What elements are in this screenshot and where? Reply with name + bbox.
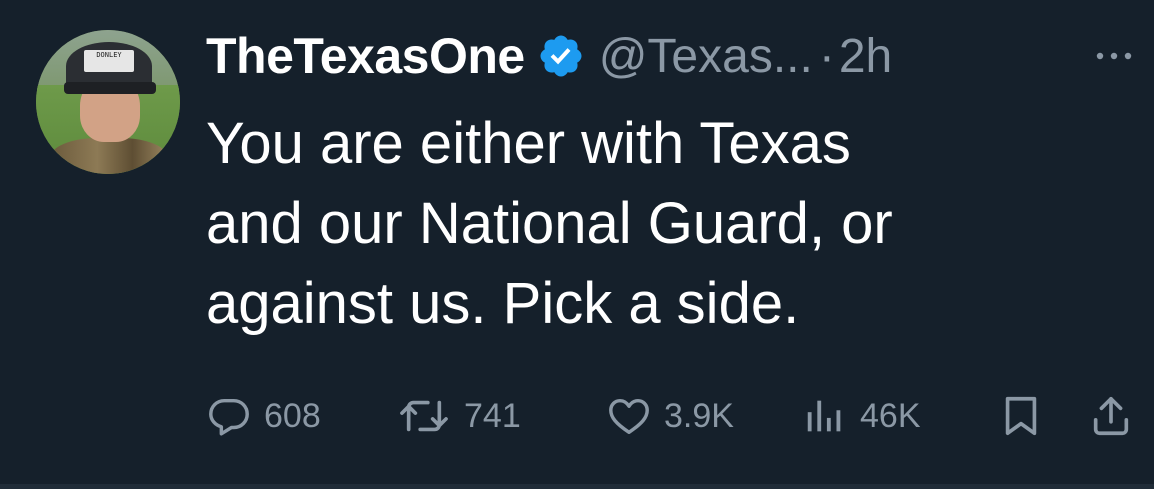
views-count: 46K xyxy=(860,396,921,435)
avatar[interactable]: DONLEY xyxy=(36,30,180,174)
like-button[interactable]: 3.9K xyxy=(606,388,734,444)
like-count: 3.9K xyxy=(664,396,734,435)
tweet-text-line: against us. Pick a side. xyxy=(206,271,800,336)
tweet-text-line: and our National Guard, or xyxy=(206,191,893,256)
reply-icon xyxy=(206,393,252,439)
tweet-text: You are either with Texas and our Nation… xyxy=(206,104,1106,344)
more-options-icon[interactable] xyxy=(1090,44,1138,68)
retweet-icon xyxy=(396,393,452,439)
reply-button[interactable]: 608 xyxy=(206,388,321,444)
views-button[interactable]: 46K xyxy=(802,388,921,444)
bookmark-icon xyxy=(998,393,1044,439)
heart-icon xyxy=(606,393,652,439)
separator-dot: · xyxy=(818,29,835,83)
tweet-text-line: You are either with Texas xyxy=(206,111,851,176)
reply-count: 608 xyxy=(264,396,321,435)
divider xyxy=(0,484,1154,489)
retweet-count: 741 xyxy=(464,396,521,435)
avatar-jacket xyxy=(50,138,168,174)
display-name[interactable]: TheTexasOne xyxy=(206,27,525,85)
retweet-button[interactable]: 741 xyxy=(396,388,521,444)
share-button[interactable] xyxy=(1088,388,1134,444)
avatar-cap-logo: DONLEY xyxy=(84,50,134,72)
avatar-cap-brim xyxy=(64,82,156,94)
verified-badge-icon[interactable] xyxy=(537,32,585,80)
tweet-header: TheTexasOne @Texas... · 2h xyxy=(206,26,892,86)
views-icon xyxy=(802,393,848,439)
bookmark-button[interactable] xyxy=(998,388,1044,444)
tweet-card[interactable]: DONLEY TheTexasOne @Texas... · 2h You ar… xyxy=(0,0,1154,489)
tweet-timestamp[interactable]: 2h xyxy=(839,29,892,84)
user-handle[interactable]: @Texas... xyxy=(599,29,813,84)
share-icon xyxy=(1088,393,1134,439)
tweet-actions-bar: 608 741 3.9K 46K xyxy=(0,388,1154,444)
